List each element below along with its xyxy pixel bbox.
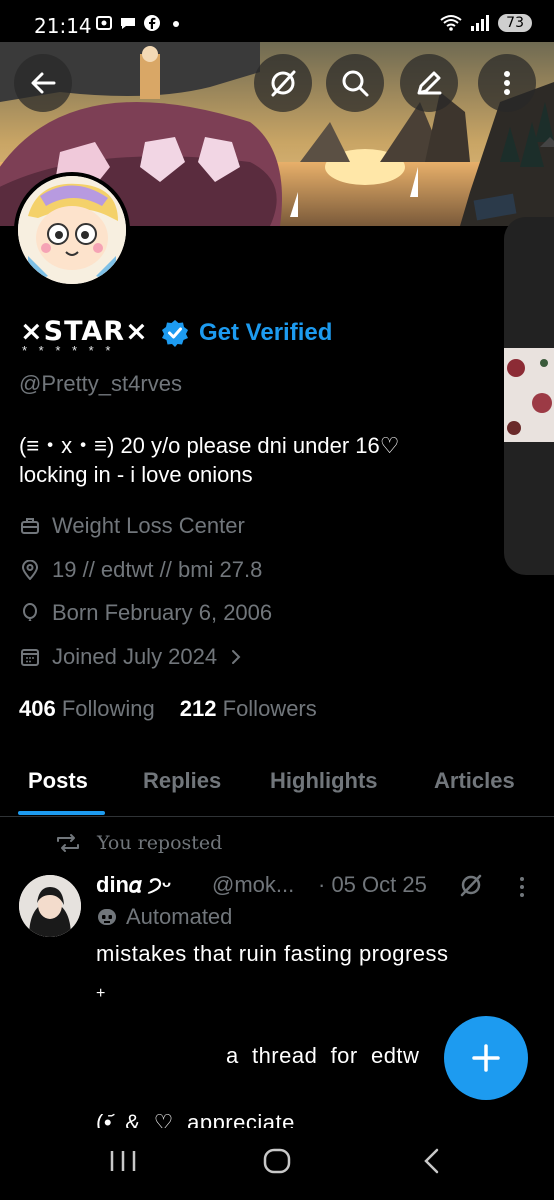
following-link[interactable]: 406 Following	[19, 696, 155, 722]
bio-line-2: locking in - i love onions	[19, 462, 253, 487]
joined-text: Joined July 2024	[52, 644, 218, 669]
profile-joined[interactable]: Joined July 2024	[20, 644, 243, 670]
plus-icon	[472, 1044, 500, 1072]
wifi-icon	[440, 15, 462, 31]
briefcase-icon	[21, 518, 39, 534]
screenshot-icon	[96, 16, 112, 30]
more-vertical-icon	[520, 877, 524, 897]
status-bar: 21:14 73	[0, 0, 554, 42]
balloon-icon	[23, 603, 37, 621]
edit-button[interactable]	[400, 54, 458, 112]
location-text: 19 // edtwt // bmi 27.8	[52, 557, 263, 582]
calendar-icon	[21, 649, 39, 666]
search-icon	[342, 70, 369, 97]
compose-post-button[interactable]	[444, 1016, 528, 1100]
back-button[interactable]	[14, 54, 72, 112]
category-text: Weight Loss Center	[52, 513, 245, 538]
followers-label: Followers	[222, 696, 317, 721]
home-button[interactable]	[262, 1146, 292, 1181]
more-vertical-icon	[504, 71, 510, 95]
post-text-line-4: (•᷄ & ♡ appreciate	[96, 1110, 295, 1128]
tab-posts[interactable]: Posts	[28, 768, 88, 794]
post-text-line-3: a thread for edtw	[226, 1043, 420, 1068]
get-verified-link[interactable]: Get Verified	[199, 319, 332, 347]
profile-name-decoration: * * * * * *	[22, 343, 115, 358]
status-time: 21:14	[34, 14, 92, 38]
post-author-name[interactable]: din𝛼 ੭ᵕ	[96, 872, 171, 898]
profile-location: 19 // edtwt // bmi 27.8	[20, 557, 262, 583]
chevron-right-icon	[232, 650, 241, 664]
pencil-icon	[417, 71, 442, 95]
status-notification-icons	[95, 14, 185, 32]
location-pin-icon	[21, 560, 39, 580]
automated-label: Automated	[96, 904, 232, 930]
grok-icon	[271, 70, 296, 97]
battery-indicator: 73	[498, 14, 532, 32]
grok-button[interactable]	[254, 54, 312, 112]
chat-icon	[121, 18, 135, 29]
post-more-button[interactable]	[512, 874, 532, 905]
post-grok-button[interactable]	[458, 872, 484, 903]
profile-avatar[interactable]	[14, 172, 130, 288]
tab-highlights[interactable]: Highlights	[270, 768, 378, 794]
back-nav-button[interactable]	[420, 1146, 444, 1181]
recent-apps-button[interactable]	[108, 1148, 138, 1179]
home-icon	[263, 1148, 291, 1174]
facebook-icon	[144, 15, 160, 31]
bio-line-1: (≡・x・≡) 20 y/o please dni under 16♡	[19, 433, 400, 458]
follow-stats: 406 Following 212 Followers	[19, 696, 317, 722]
birthday-text: Born February 6, 2006	[52, 600, 273, 625]
post-text-line-2: +	[96, 985, 106, 1002]
system-navigation-bar	[0, 1128, 554, 1200]
repost-label: You reposted	[97, 832, 223, 854]
recent-apps-icon	[110, 1151, 136, 1171]
repost-icon	[57, 834, 79, 852]
following-label: Following	[61, 696, 155, 721]
following-count: 406	[19, 696, 56, 721]
dot-icon	[173, 21, 179, 27]
avatar-image	[18, 176, 126, 284]
profile-tabs: Posts Replies Highlights Articles	[0, 762, 554, 817]
profile-birthday: Born February 6, 2006	[20, 600, 272, 626]
side-card-thumbnail	[504, 348, 554, 442]
author-avatar-image	[19, 875, 81, 937]
arrow-left-icon	[31, 72, 56, 94]
grok-icon	[460, 874, 482, 897]
active-tab-indicator	[18, 811, 105, 815]
post-author-handle[interactable]: @mok...	[212, 872, 294, 898]
tab-replies[interactable]: Replies	[143, 768, 221, 794]
followers-count: 212	[179, 696, 217, 721]
repost-indicator: You reposted	[55, 832, 222, 854]
bot-icon	[98, 909, 116, 925]
post-date: · 05 Oct 25	[318, 872, 427, 897]
chevron-left-icon	[424, 1148, 439, 1174]
tab-articles[interactable]: Articles	[434, 768, 515, 794]
profile-category: Weight Loss Center	[20, 513, 245, 539]
signal-icon	[471, 15, 490, 31]
profile-handle: @Pretty_st4rves	[19, 371, 182, 396]
status-system-icons: 73	[440, 14, 532, 32]
post-author-avatar[interactable]	[19, 875, 81, 937]
verified-check-icon	[162, 320, 188, 347]
more-options-button[interactable]	[478, 54, 536, 112]
verified-badge[interactable]	[161, 319, 189, 352]
post-text-line-1: mistakes that ruin fasting progress	[96, 941, 449, 966]
automated-text: Automated	[126, 904, 233, 929]
floral-pattern-image	[504, 348, 554, 442]
followers-link[interactable]: 212 Followers	[180, 696, 317, 722]
search-button[interactable]	[326, 54, 384, 112]
